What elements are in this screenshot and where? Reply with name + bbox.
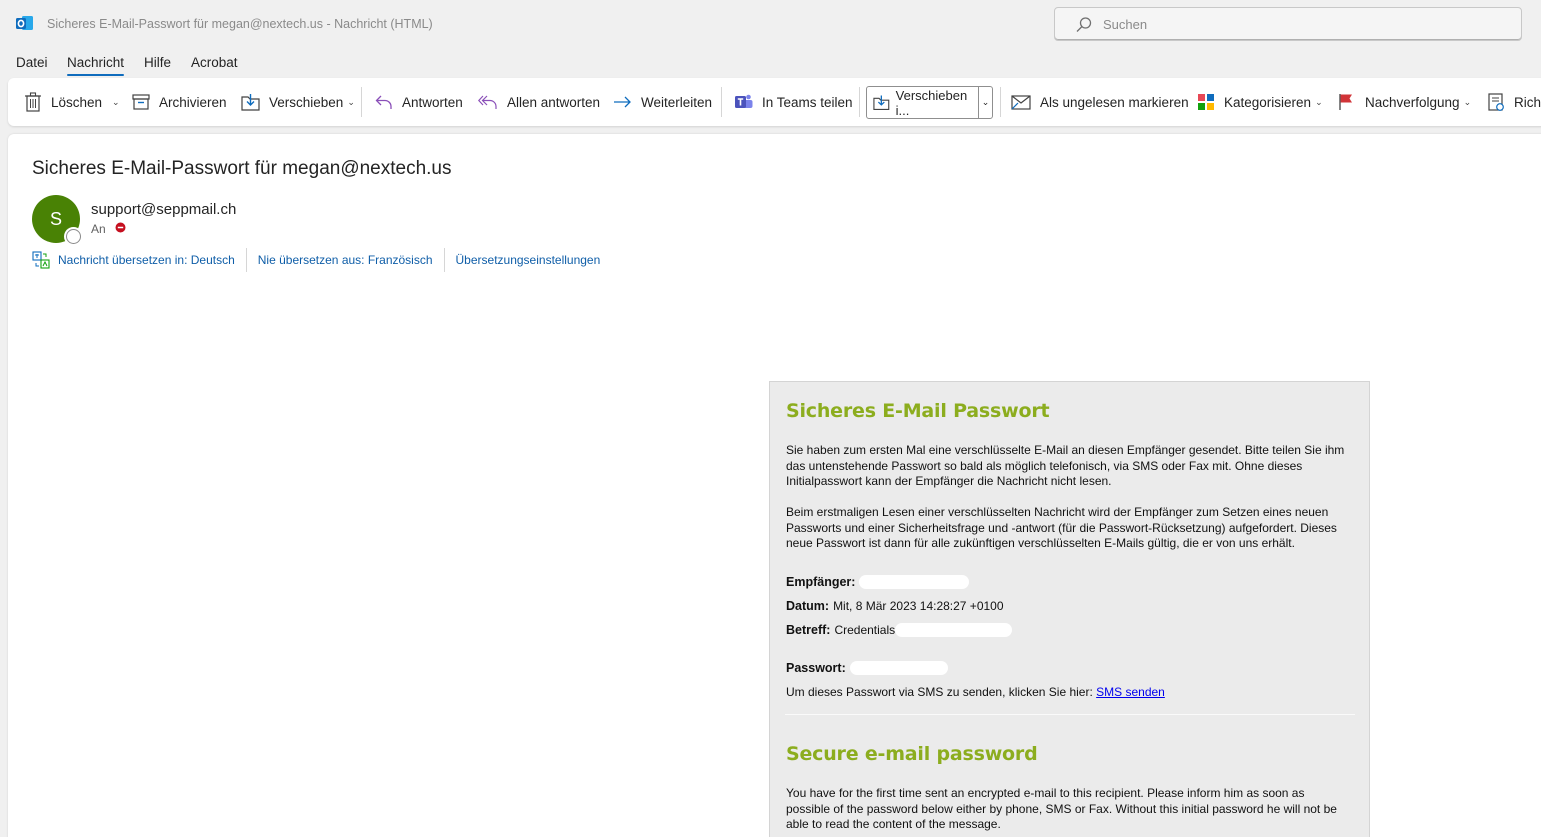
email-body-card: Sicheres E-Mail Passwort Sie haben zum e… xyxy=(769,381,1370,837)
presence-status-icon xyxy=(66,229,81,244)
flag-icon xyxy=(1339,94,1352,110)
redacted-value xyxy=(849,661,948,675)
categorize-label: Kategorisieren xyxy=(1224,94,1312,110)
german-heading: Sicheres E-Mail Passwort xyxy=(786,400,1050,422)
policy-label: Richt xyxy=(1514,94,1541,110)
subject-label: Betreff: xyxy=(786,623,831,637)
translate-message-link[interactable]: Nachricht übersetzen in: Deutsch xyxy=(58,253,235,267)
forward-label: Weiterleiten xyxy=(641,94,713,110)
move-to-button[interactable]: Verschieben i... xyxy=(867,87,978,118)
menu-bar: Datei Nachricht Hilfe Acrobat xyxy=(0,48,1541,76)
move-to-split-button: Verschieben i... ⌄ xyxy=(866,86,993,119)
chevron-down-icon[interactable]: ⌄ xyxy=(112,97,120,108)
share-teams-button[interactable]: In Teams teilen xyxy=(734,87,853,117)
ribbon-divider xyxy=(361,87,362,117)
password-field: Passwort: xyxy=(786,661,948,675)
archive-label: Archivieren xyxy=(159,94,227,110)
tab-nachricht[interactable]: Nachricht xyxy=(67,55,125,76)
followup-button[interactable]: Nachverfolgung ⌄ xyxy=(1338,87,1471,117)
chevron-down-icon[interactable]: ⌄ xyxy=(1315,97,1323,108)
tab-acrobat[interactable]: Acrobat xyxy=(191,55,238,70)
subject-value: Credentials xyxy=(834,623,896,637)
window-title: Sicheres E-Mail-Passwort für megan@nexte… xyxy=(47,17,433,31)
title-bar: Sicheres E-Mail-Passwort für megan@nexte… xyxy=(0,0,1541,48)
archive-icon xyxy=(132,94,150,110)
search-input[interactable] xyxy=(1103,14,1483,34)
german-paragraph-1: Sie haben zum ersten Mal eine verschlüss… xyxy=(786,443,1345,488)
never-translate-link[interactable]: Nie übersetzen aus: Französisch xyxy=(258,253,433,267)
translate-divider xyxy=(443,248,445,272)
move-to-dropdown[interactable]: ⌄ xyxy=(978,87,992,118)
german-paragraph-2: Beim erstmaligen Lesen einer verschlüsse… xyxy=(786,505,1337,550)
ribbon-divider xyxy=(721,87,722,117)
tab-datei[interactable]: Datei xyxy=(16,55,48,70)
reply-icon xyxy=(375,95,392,109)
subject-field: Betreff: Credentials xyxy=(786,623,1013,637)
move-folder-icon xyxy=(241,94,260,111)
policy-document-icon xyxy=(1488,92,1504,111)
translate-icon xyxy=(32,251,50,269)
followup-label: Nachverfolgung xyxy=(1365,94,1460,110)
mail-unread-icon xyxy=(1011,95,1031,110)
share-teams-label: In Teams teilen xyxy=(762,94,853,110)
move-folder-icon xyxy=(873,95,890,111)
move-to-label: Verschieben i... xyxy=(895,87,968,118)
chevron-down-icon: ⌄ xyxy=(981,97,990,107)
section-divider xyxy=(785,714,1355,715)
forward-icon xyxy=(614,96,631,108)
send-sms-link[interactable]: SMS senden xyxy=(1096,685,1165,699)
avatar-initial: S xyxy=(49,208,62,229)
sms-text: Um dieses Passwort via SMS zu senden, kl… xyxy=(786,685,1093,699)
reply-label: Antworten xyxy=(402,94,463,110)
policy-button[interactable]: Richt xyxy=(1488,87,1541,117)
search-icon xyxy=(1076,17,1092,32)
password-label: Passwort: xyxy=(786,661,846,675)
teams-icon xyxy=(735,94,753,108)
recipient-field: Empfänger: xyxy=(786,575,970,589)
reply-all-label: Allen antworten xyxy=(507,94,601,110)
outlook-app-icon xyxy=(16,16,33,30)
trash-icon xyxy=(25,92,41,112)
redacted-value xyxy=(895,623,1013,637)
move-label: Verschieben xyxy=(269,94,344,110)
reply-all-icon xyxy=(478,95,497,109)
recipient-label: Empfänger: xyxy=(786,575,856,589)
translate-divider xyxy=(245,248,247,272)
message-subject: Sicheres E-Mail-Passwort für megan@nexte… xyxy=(32,158,452,179)
forward-button[interactable]: Weiterleiten xyxy=(613,87,712,117)
date-label: Datum: xyxy=(786,599,830,613)
move-button[interactable]: Verschieben ⌄ xyxy=(241,87,355,117)
tab-hilfe[interactable]: Hilfe xyxy=(144,55,171,70)
redacted-value xyxy=(859,575,970,589)
english-paragraph-1: You have for the first time sent an encr… xyxy=(786,786,1337,831)
mark-unread-button[interactable]: Als ungelesen markieren xyxy=(1011,87,1189,117)
search-box[interactable] xyxy=(1054,7,1522,41)
sms-line: Um dieses Passwort via SMS zu senden, kl… xyxy=(786,685,1165,699)
date-field: Datum: Mit, 8 Mär 2023 14:28:27 +0100 xyxy=(786,599,1004,613)
reading-pane: Sicheres E-Mail-Passwort für megan@nexte… xyxy=(8,134,1541,837)
translation-settings-link[interactable]: Übersetzungseinstellungen xyxy=(456,253,601,267)
to-label: An xyxy=(91,222,106,236)
delete-button[interactable]: Löschen ⌄ xyxy=(24,87,120,117)
chevron-down-icon[interactable]: ⌄ xyxy=(347,97,355,108)
ribbon-divider xyxy=(1000,87,1001,117)
sender-address[interactable]: support@seppmail.ch xyxy=(91,201,236,218)
delete-label: Löschen xyxy=(51,94,103,110)
reply-button[interactable]: Antworten xyxy=(375,87,463,117)
categorize-button[interactable]: Kategorisieren ⌄ xyxy=(1197,87,1323,117)
translation-bar: Nachricht übersetzen in: Deutsch Nie übe… xyxy=(32,248,601,272)
ribbon-toolbar: Löschen ⌄ Archivieren Verschieben ⌄ Antw… xyxy=(8,78,1541,126)
date-value: Mit, 8 Mär 2023 14:28:27 +0100 xyxy=(833,599,1004,613)
blocked-status-icon xyxy=(115,222,126,233)
chevron-down-icon[interactable]: ⌄ xyxy=(1464,97,1472,108)
archive-button[interactable]: Archivieren xyxy=(132,87,227,117)
categories-icon xyxy=(1198,94,1214,110)
ribbon-divider xyxy=(859,87,860,117)
reply-all-button[interactable]: Allen antworten xyxy=(478,87,600,117)
mark-unread-label: Als ungelesen markieren xyxy=(1040,94,1189,110)
english-heading: Secure e-mail password xyxy=(786,743,1038,765)
